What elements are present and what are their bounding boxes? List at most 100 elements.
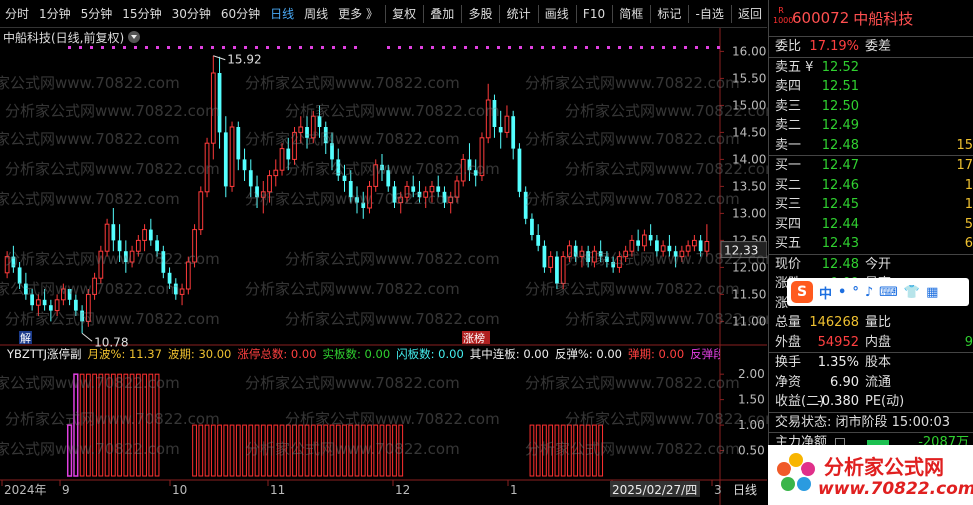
tool-button-1[interactable]: 叠加 bbox=[425, 0, 459, 28]
candle-body bbox=[17, 267, 22, 284]
candle-body bbox=[629, 239, 635, 252]
weibi-value: 17.19% bbox=[809, 39, 859, 54]
indicator-bar bbox=[529, 424, 535, 477]
indicator-item-1: 波期: 30.00 bbox=[167, 347, 232, 361]
candle-body bbox=[80, 310, 84, 322]
price-tick-label: 14.50 bbox=[732, 125, 766, 139]
indicator-bar bbox=[104, 373, 110, 477]
order-price: 12.51 bbox=[821, 79, 859, 94]
order-price: 12.47 bbox=[821, 158, 859, 173]
candle-body bbox=[260, 191, 266, 198]
skin-icon[interactable]: 👕 bbox=[904, 285, 920, 300]
ind-tick-label: 0.50 bbox=[738, 444, 765, 458]
indicator-bar bbox=[223, 424, 229, 477]
zhangbang-badge-label: 涨榜 bbox=[463, 331, 485, 345]
candle-body bbox=[448, 196, 454, 204]
candle-body bbox=[398, 196, 404, 204]
indicator-bar bbox=[310, 424, 316, 477]
candle-body bbox=[373, 164, 379, 187]
tab-period-2[interactable]: 5分钟 bbox=[76, 0, 118, 28]
indicator-bar bbox=[542, 424, 547, 477]
current-price-label: 12.33 bbox=[724, 244, 758, 258]
sell-order-row: 卖三 12.50 bbox=[769, 97, 973, 117]
price-tick-label: 13.50 bbox=[732, 179, 766, 193]
candle-body bbox=[511, 116, 516, 149]
candle-body bbox=[573, 245, 578, 257]
candle-body bbox=[267, 175, 272, 193]
order-label: 买一 bbox=[775, 158, 802, 173]
candle-body bbox=[242, 159, 247, 171]
sogou-icon[interactable]: S bbox=[791, 281, 813, 303]
signal-dot bbox=[530, 46, 533, 49]
tab-period-8[interactable]: 更多 》 bbox=[333, 0, 383, 28]
indicator-item-6: 反弹%: 0.00 bbox=[554, 347, 622, 361]
kline-chart[interactable]: 16.0015.5015.0014.5014.0013.5013.0012.50… bbox=[0, 28, 767, 505]
signal-dot bbox=[640, 46, 643, 49]
tab-period-3[interactable]: 15分钟 bbox=[117, 0, 166, 28]
indicator-bar bbox=[279, 424, 285, 477]
tool-button-4[interactable]: 画线 bbox=[540, 0, 574, 28]
signal-dot bbox=[233, 46, 236, 49]
microphone-icon[interactable]: ♪ bbox=[865, 285, 873, 300]
signal-dot bbox=[178, 46, 181, 49]
indicator-item-0: 月波%: 11.37 bbox=[87, 347, 162, 361]
signal-dot bbox=[134, 46, 137, 49]
time-tick-label: 1 bbox=[510, 483, 518, 497]
candle-body bbox=[204, 142, 210, 193]
tool-button-9[interactable]: 返回 bbox=[733, 0, 767, 28]
candle-body bbox=[92, 277, 97, 295]
indicator-bar bbox=[554, 424, 560, 477]
candle-body bbox=[35, 299, 41, 306]
tab-period-7[interactable]: 周线 bbox=[299, 0, 333, 28]
ime-toolbar[interactable]: S 中 • ° ♪ ⌨ 👕 ▦ bbox=[787, 278, 969, 306]
candle-body bbox=[179, 288, 185, 295]
candle-body bbox=[655, 240, 659, 252]
candle-body bbox=[704, 240, 710, 252]
indicator-bar bbox=[285, 424, 291, 477]
tool-button-7[interactable]: 标记 bbox=[652, 0, 686, 28]
candle-body bbox=[592, 250, 597, 263]
ime-emoji-icon[interactable]: ° bbox=[852, 285, 859, 300]
sell-order-row: 卖一 12.48 15 bbox=[769, 136, 973, 156]
indicator-bar-magenta bbox=[73, 373, 79, 477]
indicator-item-3: 实板数: 0.00 bbox=[322, 347, 391, 361]
candle-body bbox=[530, 218, 534, 235]
keyboard-icon[interactable]: ⌨ bbox=[879, 285, 898, 300]
signal-dot bbox=[508, 46, 511, 49]
time-tick-label: 3 bbox=[714, 483, 722, 497]
time-tick-label: 12 bbox=[395, 483, 410, 497]
tool-button-2[interactable]: 多股 bbox=[463, 0, 497, 28]
indicator-name[interactable]: YBZTTJ涨停副 bbox=[7, 346, 82, 362]
tab-period-5[interactable]: 60分钟 bbox=[216, 0, 265, 28]
candle-body bbox=[135, 239, 141, 252]
candle-body bbox=[660, 245, 666, 252]
signal-dot bbox=[387, 46, 390, 49]
chevron-down-icon[interactable] bbox=[128, 31, 141, 43]
tab-period-6[interactable]: 日线 bbox=[265, 0, 299, 28]
indicator-bar bbox=[273, 424, 279, 477]
candle-body bbox=[467, 159, 472, 171]
price-tick-label: 12.00 bbox=[732, 260, 766, 274]
tool-button-8[interactable]: -自选 bbox=[691, 0, 729, 28]
indicator-bar bbox=[585, 424, 591, 477]
order-volume: 15 bbox=[956, 137, 973, 153]
indicator-bar bbox=[398, 424, 404, 477]
grid-icon[interactable]: ▦ bbox=[926, 285, 938, 300]
tab-period-4[interactable]: 30分钟 bbox=[167, 0, 216, 28]
tool-button-5[interactable]: F10 bbox=[578, 0, 610, 28]
indicator-bar bbox=[192, 424, 197, 477]
ime-lang[interactable]: 中 bbox=[819, 283, 832, 302]
tool-button-6[interactable]: 简框 bbox=[614, 0, 648, 28]
tab-period-0[interactable]: 分时 bbox=[0, 0, 34, 28]
quote-panel: R 1000 600072 中船科技 委比 17.19% 委差 卖五 ¥ 12.52… bbox=[768, 0, 973, 505]
tool-button-0[interactable]: 复权 bbox=[387, 0, 421, 28]
candle-body bbox=[210, 72, 216, 144]
candle-body bbox=[479, 137, 485, 177]
order-label: 卖二 bbox=[775, 118, 802, 133]
low-pointer bbox=[81, 332, 93, 342]
tool-button-3[interactable]: 统计 bbox=[502, 0, 536, 28]
indicator-bar bbox=[92, 373, 97, 477]
ime-punct-icon[interactable]: • bbox=[838, 285, 846, 300]
tab-period-1[interactable]: 1分钟 bbox=[34, 0, 76, 28]
weibi-row: 委比 17.19% 委差 bbox=[769, 37, 973, 57]
